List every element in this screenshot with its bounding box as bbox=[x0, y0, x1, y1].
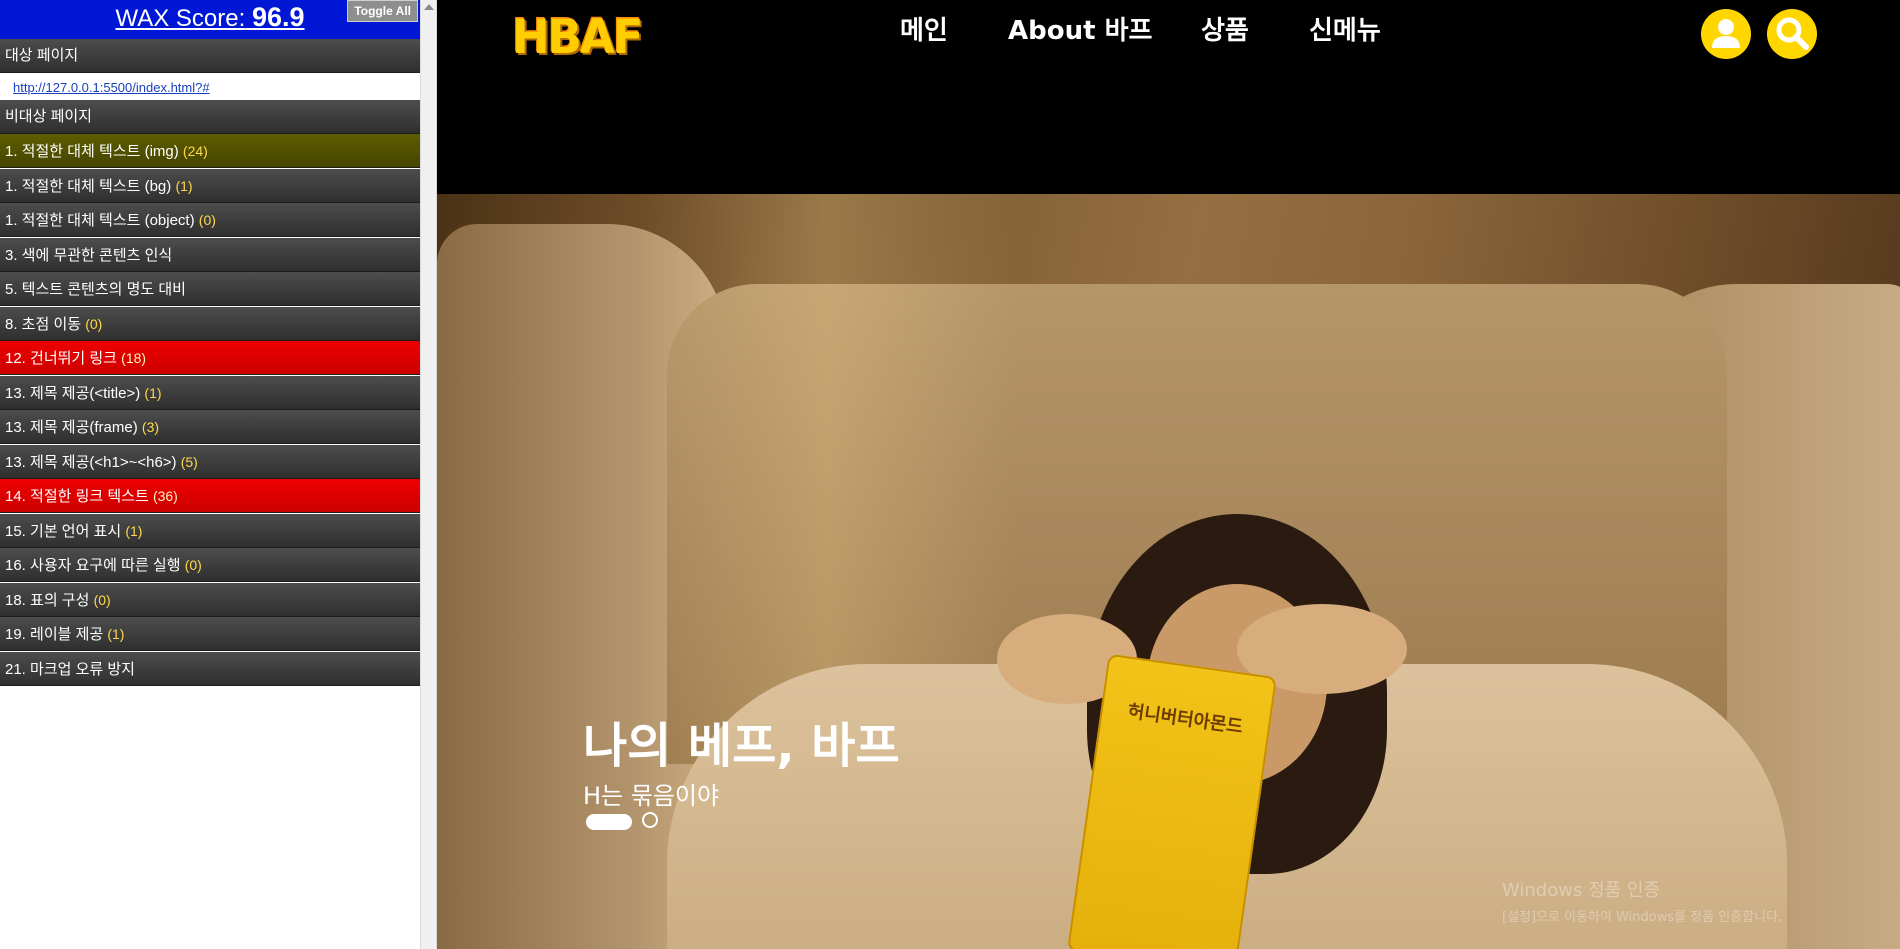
wax-item-headings[interactable]: 13. 제목 제공(<h1>~<h6>) (5) bbox=[0, 444, 420, 479]
wax-item-color-independent[interactable]: 3. 색에 무관한 콘텐츠 인식 bbox=[0, 237, 420, 272]
search-button[interactable] bbox=[1767, 9, 1817, 59]
user-button[interactable] bbox=[1701, 9, 1751, 59]
wax-item-label: 18. 표의 구성 bbox=[5, 591, 90, 609]
search-icon bbox=[1776, 17, 1809, 50]
wax-item-skip-link[interactable]: 12. 건너뛰기 링크 (18) bbox=[0, 341, 420, 375]
windows-activation-watermark: Windows 정품 인증 [설정]으로 이동하여 Windows를 정품 인증… bbox=[1502, 876, 1782, 925]
hero-title: 나의 베프, 바프 bbox=[583, 718, 900, 774]
wax-item-label: 1. 적절한 대체 텍스트 (object) bbox=[5, 212, 195, 229]
wax-item-object-alt[interactable]: 1. 적절한 대체 텍스트 (object) (0) bbox=[0, 203, 420, 237]
non-target-page-label: 비대상 페이지 bbox=[5, 108, 92, 125]
slide-pager-active[interactable] bbox=[586, 814, 632, 830]
hbaf-logo[interactable]: HBAF bbox=[512, 9, 644, 65]
wax-score-label: WAX Score: bbox=[115, 5, 246, 32]
activation-message: [설정]으로 이동하여 Windows를 정품 인증합니다. bbox=[1502, 910, 1783, 925]
toggle-all-button[interactable]: Toggle All bbox=[347, 0, 418, 22]
target-page-heading[interactable]: 대상 페이지 bbox=[0, 39, 420, 73]
site-header: HBAF ™ 메인 About 바프 상품 신메뉴 bbox=[437, 0, 1900, 194]
wax-item-link-text[interactable]: 14. 적절한 링크 텍스트 (36) bbox=[0, 479, 420, 513]
target-url-link[interactable]: http://127.0.0.1:5500/index.html?# bbox=[13, 80, 210, 95]
wax-item-focus[interactable]: 8. 초점 이동 (0) bbox=[0, 306, 420, 341]
nav-about[interactable]: About 바프 bbox=[1008, 10, 1152, 47]
wax-item-language[interactable]: 15. 기본 언어 표시 (1) bbox=[0, 513, 420, 548]
sidebar-scrollbar[interactable] bbox=[420, 0, 437, 949]
wax-item-count: (1) bbox=[107, 626, 125, 642]
logo-trademark: ™ bbox=[614, 50, 620, 57]
wax-item-label-provision[interactable]: 19. 레이블 제공 (1) bbox=[0, 617, 420, 651]
wax-item-label: 13. 제목 제공(frame) bbox=[5, 419, 138, 436]
wax-item-count: (0) bbox=[93, 591, 111, 608]
wax-item-label: 3. 색에 무관한 콘텐츠 인식 bbox=[5, 246, 173, 264]
activation-title: Windows 정품 인증 bbox=[1502, 880, 1661, 901]
non-target-page-heading[interactable]: 비대상 페이지 bbox=[0, 100, 420, 134]
wax-item-img-alt[interactable]: 1. 적절한 대체 텍스트 (img) (24) bbox=[0, 134, 420, 168]
wax-item-label: 16. 사용자 요구에 따른 실행 bbox=[5, 557, 181, 574]
wax-item-table[interactable]: 18. 표의 구성 (0) bbox=[0, 582, 420, 617]
wax-item-label: 15. 기본 언어 표시 bbox=[5, 522, 122, 540]
wax-item-label: 5. 텍스트 콘텐츠의 명도 대비 bbox=[5, 281, 186, 298]
wax-item-label: 1. 적절한 대체 텍스트 (bg) bbox=[5, 177, 172, 195]
slide-pager-dot[interactable] bbox=[642, 812, 658, 828]
wax-item-label: 1. 적절한 대체 텍스트 (img) bbox=[5, 143, 179, 160]
nav-main[interactable]: 메인 bbox=[900, 10, 948, 47]
wax-item-contrast[interactable]: 5. 텍스트 콘텐츠의 명도 대비 bbox=[0, 272, 420, 306]
wax-item-count: (0) bbox=[85, 315, 103, 332]
wax-item-label: 14. 적절한 링크 텍스트 bbox=[5, 488, 149, 505]
wax-item-count: (1) bbox=[144, 384, 162, 401]
scroll-up-arrow-icon[interactable] bbox=[424, 4, 434, 10]
wax-item-user-request[interactable]: 16. 사용자 요구에 따른 실행 (0) bbox=[0, 548, 420, 582]
wax-item-count: (18) bbox=[121, 350, 147, 366]
wax-item-count: (3) bbox=[141, 419, 160, 435]
wax-score-value: 96.9 bbox=[251, 2, 305, 32]
wax-item-bg-alt[interactable]: 1. 적절한 대체 텍스트 (bg) (1) bbox=[0, 168, 420, 203]
wax-item-label: 13. 제목 제공(<h1>~<h6>) bbox=[5, 453, 177, 471]
wax-item-label: 13. 제목 제공(<title>) bbox=[5, 384, 141, 402]
nav-new-menu[interactable]: 신메뉴 bbox=[1309, 10, 1381, 47]
wax-item-count: (36) bbox=[152, 488, 178, 504]
wax-item-count: (1) bbox=[125, 522, 143, 539]
wax-item-frame-title[interactable]: 13. 제목 제공(frame) (3) bbox=[0, 410, 420, 444]
target-page-label: 대상 페이지 bbox=[5, 47, 79, 64]
wax-item-label: 19. 레이블 제공 bbox=[5, 626, 104, 643]
wax-item-label: 8. 초점 이동 bbox=[5, 315, 82, 333]
hero-slider: 허니버터아몬드 나의 베프, 바프 H는 묶음이야 Windows 정품 인증 … bbox=[437, 194, 1900, 949]
wax-item-count: (0) bbox=[198, 212, 216, 228]
wax-item-label: 12. 건너뛰기 링크 bbox=[5, 350, 117, 367]
wax-item-markup-errors[interactable]: 21. 마크업 오류 방지 bbox=[0, 651, 420, 686]
wax-item-count: (5) bbox=[180, 453, 198, 470]
wax-item-label: 21. 마크업 오류 방지 bbox=[5, 660, 135, 678]
user-icon bbox=[1712, 19, 1740, 48]
wax-item-count: (24) bbox=[182, 143, 208, 159]
snack-bag-label: 허니버터아몬드 bbox=[1126, 700, 1245, 738]
target-url-row: http://127.0.0.1:5500/index.html?# bbox=[0, 74, 420, 100]
wax-item-count: (1) bbox=[175, 177, 193, 194]
hero-subtitle: H는 묶음이야 bbox=[583, 782, 720, 810]
wax-item-count: (0) bbox=[184, 557, 202, 573]
wax-item-title[interactable]: 13. 제목 제공(<title>) (1) bbox=[0, 375, 420, 410]
wax-panel: WAX Score: 96.9 Toggle All 대상 페이지 http:/… bbox=[0, 0, 420, 949]
website-viewport: HBAF ™ 메인 About 바프 상품 신메뉴 허니버터아몬드 나의 베프,… bbox=[437, 0, 1900, 949]
nav-products[interactable]: 상품 bbox=[1201, 10, 1249, 47]
wax-score-header: WAX Score: 96.9 Toggle All bbox=[0, 0, 420, 39]
